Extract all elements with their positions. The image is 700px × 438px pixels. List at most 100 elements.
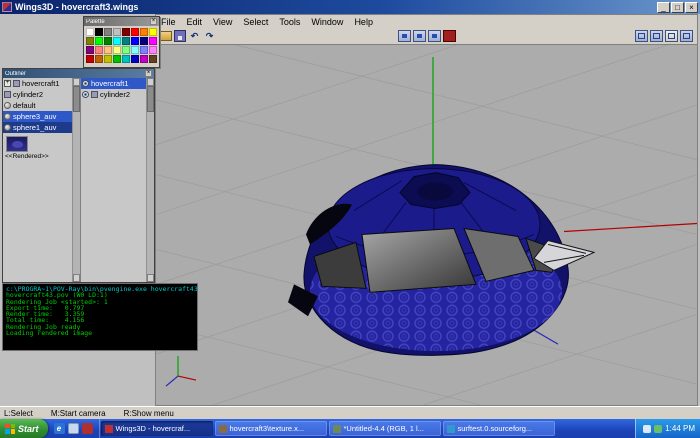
scroll-up-icon[interactable] <box>73 78 80 86</box>
console-window[interactable]: c:\PROGRA~1\POV-Ray\bin\pvengine.exe hov… <box>2 283 198 351</box>
palette-swatch[interactable] <box>95 28 103 36</box>
taskbar-button-label: surftest.0.sourceforg... <box>458 424 533 433</box>
title-bar[interactable]: Wings3D - hovercraft3.wings _ □ × <box>0 0 700 14</box>
geometry-item-label: cylinder2 <box>100 90 130 99</box>
palette-swatch[interactable] <box>86 46 94 54</box>
undo-icon[interactable]: ↶ <box>188 30 201 42</box>
maximize-button[interactable]: □ <box>671 2 684 13</box>
scroll-up-icon[interactable] <box>147 78 154 86</box>
palette-swatch[interactable] <box>113 55 121 63</box>
minimize-button[interactable]: _ <box>657 2 670 13</box>
menu-select[interactable]: Select <box>243 17 268 27</box>
outliner-title-bar[interactable]: Outliner × <box>3 69 154 78</box>
scroll-down-icon[interactable] <box>73 274 80 282</box>
status-bar: L:Select M:Start camera R:Show menu <box>0 406 700 419</box>
ground-plane-icon[interactable] <box>635 30 648 42</box>
palette-swatch[interactable] <box>149 55 157 63</box>
vertex-mode-icon[interactable] <box>398 30 411 42</box>
clock: 1:44 PM <box>665 424 695 433</box>
palette-swatch[interactable] <box>113 28 121 36</box>
palette-swatch[interactable] <box>95 55 103 63</box>
palette-swatch[interactable] <box>104 28 112 36</box>
outliner-pane: + hovercraft1 cylinder2 default sp <box>3 78 81 282</box>
scroll-down-icon[interactable] <box>147 274 154 282</box>
hovercraft-model[interactable] <box>288 165 594 356</box>
outliner-item[interactable]: default <box>3 100 72 111</box>
redo-icon[interactable]: ↷ <box>203 30 216 42</box>
taskbar-button-browser[interactable]: surftest.0.sourceforg... <box>443 421 555 436</box>
palette-swatch[interactable] <box>140 28 148 36</box>
menu-view[interactable]: View <box>213 17 232 27</box>
axes-icon[interactable] <box>650 30 663 42</box>
internet-explorer-icon[interactable]: e <box>54 423 65 434</box>
palette-swatch[interactable] <box>149 37 157 45</box>
palette-swatch[interactable] <box>131 55 139 63</box>
taskbar-button-wings3d[interactable]: Wings3D - hovercraf... <box>101 421 213 436</box>
tray-icon[interactable] <box>643 425 651 433</box>
palette-swatch[interactable] <box>122 46 130 54</box>
perspective-icon[interactable] <box>680 30 693 42</box>
palette-swatch[interactable] <box>131 37 139 45</box>
window-title: Wings3D - hovercraft3.wings <box>15 2 654 12</box>
palette-swatch[interactable] <box>122 28 130 36</box>
taskbar-button-texture[interactable]: hovercraft3\texture.x... <box>215 421 327 436</box>
outliner-item[interactable]: cylinder2 <box>3 89 72 100</box>
outliner-item-selected[interactable]: sphere3_auv <box>3 111 72 122</box>
geometry-item[interactable]: cylinder2 <box>81 89 146 100</box>
palette-swatch[interactable] <box>95 46 103 54</box>
expander-icon[interactable]: + <box>4 80 11 87</box>
save-icon[interactable] <box>174 30 186 42</box>
outliner-close-icon[interactable]: × <box>145 70 152 77</box>
face-mode-icon[interactable] <box>428 30 441 42</box>
render-icon[interactable] <box>443 30 456 42</box>
outliner-item[interactable]: + hovercraft1 <box>3 78 72 89</box>
palette-swatch[interactable] <box>113 46 121 54</box>
show-desktop-icon[interactable] <box>68 423 79 434</box>
rendered-image-thumbnail[interactable] <box>6 136 28 152</box>
open-icon[interactable] <box>159 31 172 41</box>
outliner-scrollbar[interactable] <box>72 78 80 282</box>
visibility-eye-icon[interactable] <box>82 91 89 98</box>
menu-tools[interactable]: Tools <box>279 17 300 27</box>
menu-help[interactable]: Help <box>354 17 373 27</box>
palette-swatch[interactable] <box>122 55 130 63</box>
palette-swatch[interactable] <box>86 28 94 36</box>
palette-swatch[interactable] <box>104 55 112 63</box>
taskbar-button-untitled[interactable]: *Untitled-4.4 (RGB, 1 l... <box>329 421 441 436</box>
palette-close-icon[interactable]: × <box>150 18 157 25</box>
geometry-graph-scrollbar[interactable] <box>146 78 154 282</box>
palette-swatch[interactable] <box>104 46 112 54</box>
palette-swatch[interactable] <box>86 55 94 63</box>
status-left-mouse: L:Select <box>4 409 33 418</box>
palette-swatch[interactable] <box>104 37 112 45</box>
scrollbar-thumb[interactable] <box>73 86 80 112</box>
visibility-eye-icon[interactable] <box>82 80 89 87</box>
start-button[interactable]: Start <box>0 419 48 438</box>
menu-edit[interactable]: Edit <box>187 17 203 27</box>
outliner-item-selected[interactable]: sphere1_auv <box>3 122 72 133</box>
palette-swatch[interactable] <box>140 37 148 45</box>
edge-mode-icon[interactable] <box>413 30 426 42</box>
scrollbar-thumb[interactable] <box>147 86 154 112</box>
palette-swatch[interactable] <box>86 37 94 45</box>
palette-swatch[interactable] <box>131 46 139 54</box>
palette-swatch[interactable] <box>122 37 130 45</box>
palette-swatch[interactable] <box>149 28 157 36</box>
system-tray: 1:44 PM <box>635 419 700 438</box>
tray-icon[interactable] <box>654 425 662 433</box>
menu-window[interactable]: Window <box>311 17 343 27</box>
geometry-item-selected[interactable]: hovercraft1 <box>81 78 146 89</box>
viewport-canvas[interactable] <box>156 44 697 405</box>
palette-swatch[interactable] <box>140 46 148 54</box>
camera-view-icon[interactable] <box>665 30 678 42</box>
palette-swatch[interactable] <box>149 46 157 54</box>
outliner-item-label: default <box>13 101 36 110</box>
close-button[interactable]: × <box>685 2 698 13</box>
menu-file[interactable]: File <box>161 17 176 27</box>
palette-swatch[interactable] <box>113 37 121 45</box>
palette-swatch[interactable] <box>131 28 139 36</box>
wings3d-quicklaunch-icon[interactable] <box>82 423 93 434</box>
palette-swatch[interactable] <box>95 37 103 45</box>
palette-title-bar[interactable]: Palette × <box>84 17 159 26</box>
palette-swatch[interactable] <box>140 55 148 63</box>
